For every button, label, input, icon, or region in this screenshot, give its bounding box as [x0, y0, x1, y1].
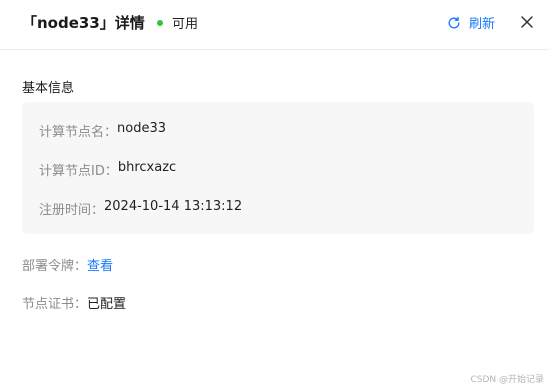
basic-info-title: 基本信息 [22, 81, 75, 96]
close-icon[interactable] [520, 15, 534, 29]
register-time-value: 2024-10-14 13:13:12 [104, 199, 243, 214]
register-time-label: 注册时间： [39, 203, 105, 218]
info-row-register-time: 注册时间： 2024-10-14 13:13:12 [39, 199, 242, 218]
basic-info-card: 计算节点名： node33 计算节点ID： bhrcxazc 注册时间： 202… [22, 102, 534, 234]
watermark-text: CSDN @开始记录 [470, 375, 544, 385]
refresh-icon [448, 16, 460, 28]
deploy-token-label: 部署令牌： [22, 259, 88, 274]
drawer-header: 「node33」详情 可用 刷新 [0, 0, 549, 50]
status-dot-icon [157, 19, 163, 26]
node-name-label: 计算节点名： [39, 125, 118, 140]
view-token-link[interactable]: 查看 [87, 255, 113, 274]
refresh-button[interactable]: 刷新 [447, 13, 495, 32]
node-cert-value: 已配置 [87, 297, 127, 312]
info-row-node-id: 计算节点ID： bhrcxazc [39, 160, 176, 179]
node-cert-label: 节点证书： [22, 297, 88, 312]
status-label: 可用 [172, 17, 199, 32]
deploy-token-field: 部署令牌： 查看 [22, 255, 113, 274]
node-cert-field: 节点证书： 已配置 [22, 293, 126, 312]
info-row-node-name: 计算节点名： node33 [39, 121, 166, 140]
refresh-label: 刷新 [469, 17, 496, 32]
status-badge: 可用 [157, 13, 198, 32]
node-name-value: node33 [117, 121, 167, 136]
page-title: 「node33」详情 [22, 14, 145, 32]
node-id-value: bhrcxazc [117, 160, 177, 175]
node-id-label: 计算节点ID： [39, 164, 118, 179]
